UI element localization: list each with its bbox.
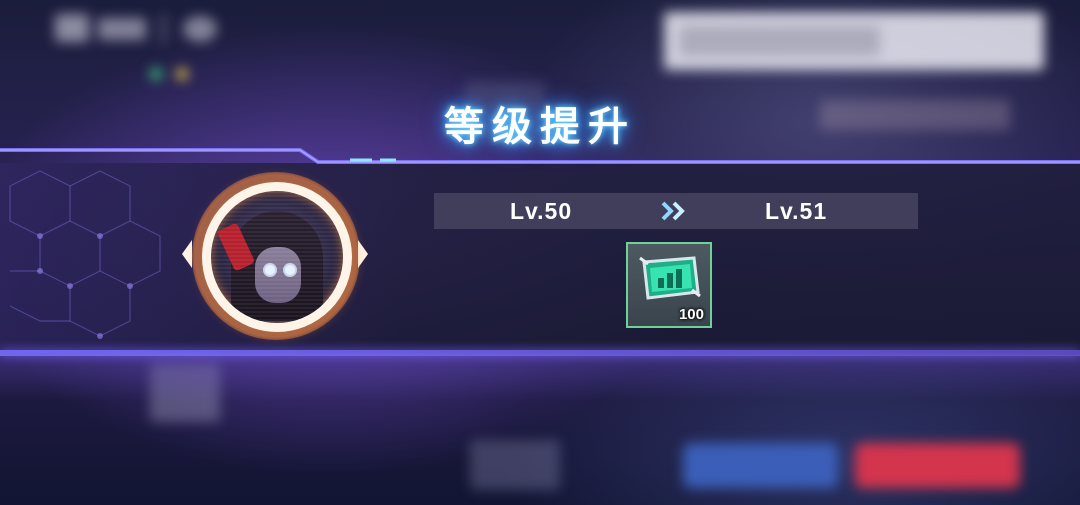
character-avatar <box>182 172 372 342</box>
background-settings-icon <box>183 16 217 42</box>
level-change-bar: Lv.50 Lv.51 <box>434 193 918 229</box>
background-blue-button <box>683 443 838 488</box>
previous-level: Lv.50 <box>510 198 573 224</box>
double-chevron-right-icon <box>661 201 685 221</box>
green-data-chip-icon <box>639 256 701 300</box>
background-divider <box>162 14 165 44</box>
avatar-ring <box>202 182 352 332</box>
avatar-scanlines <box>211 191 343 323</box>
new-level: Lv.51 <box>765 198 828 224</box>
background-glow-strip <box>0 355 1080 400</box>
background-red-button <box>855 443 1020 488</box>
background-low-mid-panel <box>470 440 560 490</box>
avatar-ring-tick-right <box>358 240 368 268</box>
level-up-screen[interactable]: 等级提升 Lv.50 Lv.51 100 <box>0 0 1080 505</box>
reward-item[interactable]: 100 <box>626 242 712 328</box>
background-back-icon <box>55 14 89 42</box>
reward-count: 100 <box>678 306 704 323</box>
background-status-dot-green <box>150 68 162 80</box>
avatar-ring-tick-left <box>182 240 192 268</box>
background-top-right-label <box>680 26 880 56</box>
background-home-icon <box>98 18 146 40</box>
background-status-dot-yellow <box>176 68 188 80</box>
hex-network-decoration <box>9 170 161 339</box>
level-up-title: 等级提升 <box>444 104 636 150</box>
